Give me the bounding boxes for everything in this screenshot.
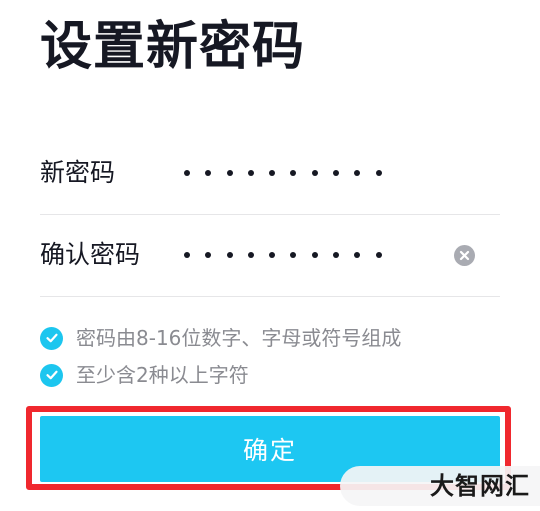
- watermark: 大智网汇: [340, 466, 540, 506]
- password-mask-dot: [269, 170, 276, 176]
- password-mask-dot: [226, 170, 233, 176]
- password-mask-dot: [311, 170, 318, 176]
- password-mask-dot: [375, 252, 382, 258]
- password-mask-dot: [354, 170, 361, 176]
- password-mask-dot: [184, 252, 190, 258]
- password-mask-dot: [354, 252, 361, 258]
- check-circle-icon: [40, 326, 63, 350]
- password-mask-dot: [205, 170, 212, 176]
- new-password-row: 新密码: [40, 132, 500, 215]
- password-mask-dot: [226, 252, 233, 258]
- new-password-label: 新密码: [40, 158, 116, 187]
- new-password-field[interactable]: [184, 148, 434, 198]
- password-rule-variety: 至少含2种以上字符: [40, 362, 249, 388]
- confirm-password-row: 确认密码: [40, 214, 500, 297]
- confirm-password-masked-value: [184, 230, 397, 280]
- confirm-password-label: 确认密码: [40, 240, 141, 269]
- check-circle-icon: [40, 363, 63, 387]
- password-mask-dot: [184, 170, 190, 176]
- new-password-masked-value: [184, 148, 397, 198]
- watermark-text: 大智网汇: [430, 472, 530, 500]
- clear-icon[interactable]: [454, 245, 475, 266]
- confirm-password-field[interactable]: [184, 230, 434, 280]
- set-new-password-page: 设置新密码 新密码 确认密码 密码由8-16位数字、字母或符号组成 至少含2种以…: [0, 0, 540, 511]
- password-mask-dot: [247, 252, 254, 258]
- password-rule-length: 密码由8-16位数字、字母或符号组成: [40, 325, 401, 351]
- page-title: 设置新密码: [40, 17, 306, 77]
- password-mask-dot: [205, 252, 212, 258]
- password-mask-dot: [333, 252, 340, 258]
- password-mask-dot: [290, 252, 297, 258]
- password-mask-dot: [375, 170, 382, 176]
- password-rule-text: 密码由8-16位数字、字母或符号组成: [76, 326, 402, 350]
- password-rule-text: 至少含2种以上字符: [76, 363, 249, 387]
- password-mask-dot: [333, 170, 340, 176]
- password-mask-dot: [311, 252, 318, 258]
- password-mask-dot: [269, 252, 276, 258]
- password-mask-dot: [247, 170, 254, 176]
- password-mask-dot: [290, 170, 297, 176]
